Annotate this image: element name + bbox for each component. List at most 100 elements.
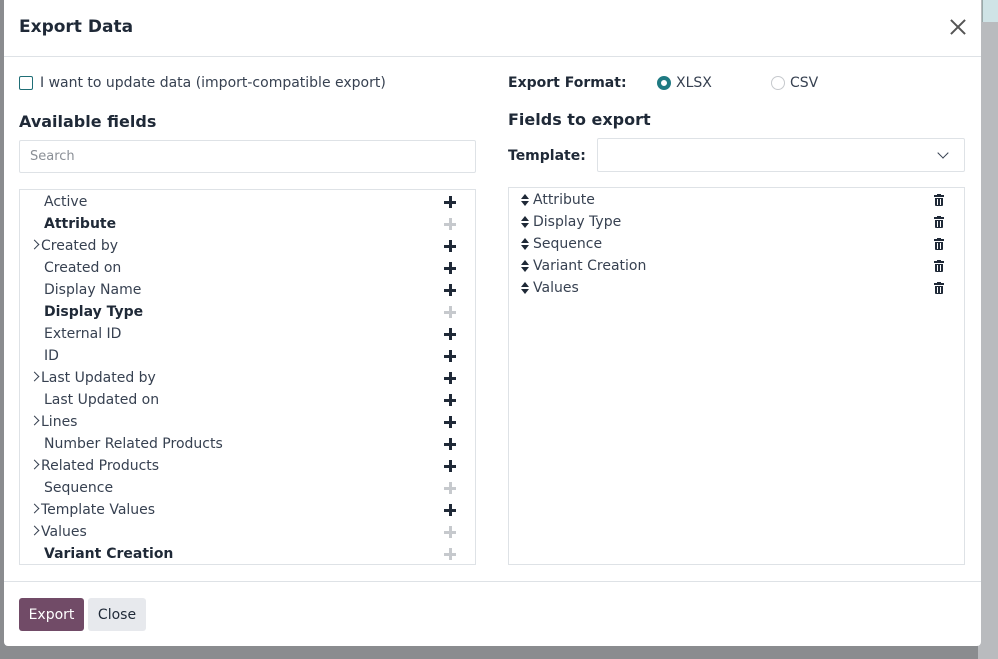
export-field-row[interactable]: Variant Creation: [509, 255, 964, 277]
drag-sort-icon[interactable]: [521, 260, 530, 272]
trash-icon[interactable]: [934, 238, 944, 250]
plus-icon[interactable]: [444, 262, 456, 274]
available-field-row[interactable]: Created by: [20, 235, 475, 257]
chevron-right-icon[interactable]: [29, 503, 40, 514]
drag-sort-icon[interactable]: [521, 282, 530, 294]
export-field-label: Values: [533, 280, 579, 296]
available-field-row[interactable]: Display Name: [20, 279, 475, 301]
available-field-row[interactable]: Related Products: [20, 455, 475, 477]
available-fields-list: Active Attribute Created by Created on Displ…: [19, 189, 476, 565]
drag-sort-icon[interactable]: [521, 238, 530, 250]
available-field-label: Number Related Products: [44, 436, 223, 452]
available-field-label: Display Name: [44, 282, 142, 298]
drag-sort-icon[interactable]: [521, 194, 530, 206]
available-field-label: Lines: [41, 414, 78, 430]
drag-sort-icon[interactable]: [521, 216, 530, 228]
available-field-row[interactable]: Last Updated on: [20, 389, 475, 411]
plus-icon[interactable]: [444, 240, 456, 252]
plus-icon[interactable]: [444, 416, 456, 428]
plus-icon[interactable]: [444, 394, 456, 406]
plus-icon[interactable]: [444, 438, 456, 450]
search-input[interactable]: [19, 140, 476, 173]
trash-icon[interactable]: [934, 194, 944, 206]
dialog-header: Export Data: [4, 0, 981, 57]
export-field-label: Display Type: [533, 214, 622, 230]
available-field-row[interactable]: Sequence: [20, 477, 475, 499]
chevron-right-icon[interactable]: [29, 415, 40, 426]
plus-icon[interactable]: [444, 372, 456, 384]
chevron-down-icon: [937, 147, 949, 159]
plus-icon[interactable]: [444, 284, 456, 296]
import-compatible-option[interactable]: I want to update data (import-compatible…: [19, 75, 386, 91]
plus-icon[interactable]: [444, 350, 456, 362]
available-field-label: Active: [44, 194, 88, 210]
available-field-row[interactable]: Variant Creation: [20, 543, 475, 564]
available-field-row[interactable]: Last Updated by: [20, 367, 475, 389]
template-label: Template:: [508, 148, 586, 164]
import-compatible-label: I want to update data (import-compatible…: [40, 75, 386, 91]
export-field-label: Sequence: [533, 236, 603, 252]
available-field-label: External ID: [44, 326, 122, 342]
export-field-row[interactable]: Attribute: [509, 189, 964, 211]
export-field-row[interactable]: Sequence: [509, 233, 964, 255]
template-select[interactable]: [597, 138, 965, 172]
plus-icon: [444, 218, 456, 230]
available-field-row[interactable]: Lines: [20, 411, 475, 433]
plus-icon[interactable]: [444, 504, 456, 516]
plus-icon: [444, 526, 456, 538]
available-field-row[interactable]: Attribute: [20, 213, 475, 235]
plus-icon[interactable]: [444, 196, 456, 208]
trash-icon[interactable]: [934, 282, 944, 294]
import-compatible-checkbox[interactable]: [19, 76, 33, 90]
export-field-label: Variant Creation: [533, 258, 647, 274]
available-field-row[interactable]: Display Type: [20, 301, 475, 323]
available-field-label: ID: [44, 348, 59, 364]
available-field-label: Created on: [44, 260, 122, 276]
plus-icon: [444, 306, 456, 318]
radio-xlsx[interactable]: [657, 76, 671, 90]
available-field-label: Template Values: [41, 502, 156, 518]
available-field-label: Last Updated by: [41, 370, 156, 386]
available-field-row[interactable]: Number Related Products: [20, 433, 475, 455]
format-csv-label: CSV: [790, 75, 819, 91]
available-field-row[interactable]: Values: [20, 521, 475, 543]
export-field-row[interactable]: Values: [509, 277, 964, 299]
available-field-label: Sequence: [44, 480, 114, 496]
format-xlsx-label: XLSX: [676, 75, 712, 91]
available-field-row[interactable]: Template Values: [20, 499, 475, 521]
close-icon[interactable]: [948, 17, 968, 37]
background-app-edge: [978, 0, 998, 659]
chevron-right-icon[interactable]: [29, 525, 40, 536]
fields-to-export-title: Fields to export: [508, 110, 651, 129]
format-option-xlsx[interactable]: XLSX: [657, 75, 712, 91]
available-field-row[interactable]: External ID: [20, 323, 475, 345]
plus-icon: [444, 482, 456, 494]
export-format-label: Export Format:: [508, 75, 627, 91]
available-field-label: Last Updated on: [44, 392, 160, 408]
available-field-row[interactable]: Created on: [20, 257, 475, 279]
trash-icon[interactable]: [934, 260, 944, 272]
available-field-label: Values: [41, 524, 87, 540]
trash-icon[interactable]: [934, 216, 944, 228]
available-field-label: Variant Creation: [44, 546, 174, 562]
available-fields-title: Available fields: [19, 112, 157, 131]
export-field-row[interactable]: Display Type: [509, 211, 964, 233]
plus-icon[interactable]: [444, 460, 456, 472]
chevron-right-icon[interactable]: [29, 371, 40, 382]
plus-icon[interactable]: [444, 328, 456, 340]
close-button[interactable]: Close: [88, 598, 146, 631]
radio-csv[interactable]: [771, 76, 785, 90]
available-field-label: Created by: [41, 238, 119, 254]
fields-to-export-list: Attribute Display Type Sequence Variant Cre…: [508, 187, 965, 565]
chevron-right-icon[interactable]: [29, 239, 40, 250]
available-field-row[interactable]: Active: [20, 191, 475, 213]
format-option-csv[interactable]: CSV: [771, 75, 818, 91]
available-field-row[interactable]: ID: [20, 345, 475, 367]
available-field-label: Related Products: [41, 458, 160, 474]
chevron-right-icon[interactable]: [29, 459, 40, 470]
background-tab: [982, 0, 998, 22]
dialog-title: Export Data: [19, 17, 134, 37]
export-field-label: Attribute: [533, 192, 595, 208]
dialog-footer: Export Close: [4, 581, 981, 646]
export-button[interactable]: Export: [19, 598, 84, 631]
